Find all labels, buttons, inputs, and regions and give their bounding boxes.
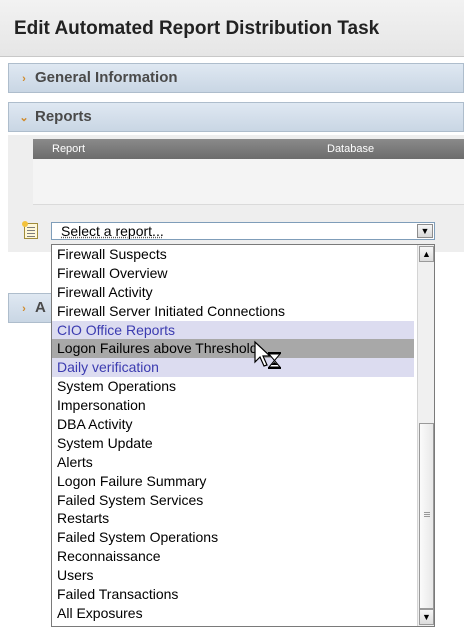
dropdown-option[interactable]: Firewall Overview bbox=[52, 264, 414, 283]
dropdown-option-group[interactable]: CIO Office Reports bbox=[52, 320, 414, 340]
dropdown-option[interactable]: Alerts bbox=[52, 453, 414, 472]
busy-cursor-icon bbox=[254, 340, 282, 369]
add-report-icon[interactable] bbox=[22, 221, 38, 239]
scrollbar-grip-icon bbox=[424, 512, 430, 513]
dropdown-option[interactable]: Restarts bbox=[52, 509, 414, 528]
chevron-right-icon: › bbox=[22, 303, 26, 315]
section-collapsed[interactable]: › A bbox=[8, 293, 52, 323]
column-header-database: Database bbox=[327, 143, 375, 155]
report-select-value: Select a report... bbox=[61, 223, 164, 239]
dropdown-option-hover[interactable]: Logon Failures above Threshold bbox=[52, 339, 414, 359]
dropdown-option[interactable]: Firewall Suspects bbox=[52, 245, 414, 264]
scroll-down-arrow-icon[interactable]: ▼ bbox=[419, 609, 434, 625]
report-select[interactable]: Select a report... ▼ bbox=[51, 222, 435, 240]
dropdown-option-group[interactable]: Daily verification bbox=[52, 358, 414, 378]
chevron-right-icon: › bbox=[22, 73, 26, 85]
dropdown-option[interactable]: Firewall Server Initiated Connections bbox=[52, 302, 414, 321]
dropdown-option[interactable]: Impersonation bbox=[52, 396, 414, 415]
dropdown-option[interactable]: Failed System Services bbox=[52, 491, 414, 510]
section-label: A bbox=[35, 299, 46, 316]
dropdown-scrollbar[interactable]: ▲ ▼ bbox=[417, 245, 434, 626]
dropdown-option[interactable]: System Update bbox=[52, 434, 414, 453]
reports-grid-header: Report Database bbox=[33, 139, 464, 159]
dropdown-option[interactable]: Failed System Operations bbox=[52, 528, 414, 547]
dropdown-option[interactable]: Logon Failure Summary bbox=[52, 472, 414, 491]
dropdown-option[interactable]: Failed Transactions bbox=[52, 585, 414, 604]
dropdown-option[interactable]: Users bbox=[52, 566, 414, 585]
scroll-up-arrow-icon[interactable]: ▲ bbox=[419, 246, 434, 262]
dropdown-option[interactable]: Reconnaissance bbox=[52, 547, 414, 566]
dropdown-option[interactable]: Firewall Activity bbox=[52, 283, 414, 302]
chevron-down-icon[interactable]: ▼ bbox=[417, 224, 433, 238]
section-general-information[interactable]: › General Information bbox=[8, 63, 464, 93]
dropdown-option[interactable]: DBA Activity bbox=[52, 415, 414, 434]
report-dropdown-list[interactable]: Firewall Suspects Firewall Overview Fire… bbox=[51, 244, 435, 627]
section-label: Reports bbox=[35, 108, 92, 125]
chevron-down-icon: ⌄ bbox=[19, 112, 29, 124]
dropdown-options: Firewall Suspects Firewall Overview Fire… bbox=[52, 245, 434, 623]
page-title: Edit Automated Report Distribution Task bbox=[0, 0, 464, 57]
section-reports[interactable]: ⌄ Reports bbox=[8, 102, 464, 132]
column-header-report: Report bbox=[52, 143, 86, 155]
dropdown-option[interactable]: System Operations bbox=[52, 377, 414, 396]
reports-grid-body bbox=[33, 159, 464, 205]
scrollbar-thumb[interactable] bbox=[419, 423, 434, 609]
dropdown-option[interactable]: All Exposures bbox=[52, 604, 414, 623]
section-label: General Information bbox=[35, 69, 178, 86]
